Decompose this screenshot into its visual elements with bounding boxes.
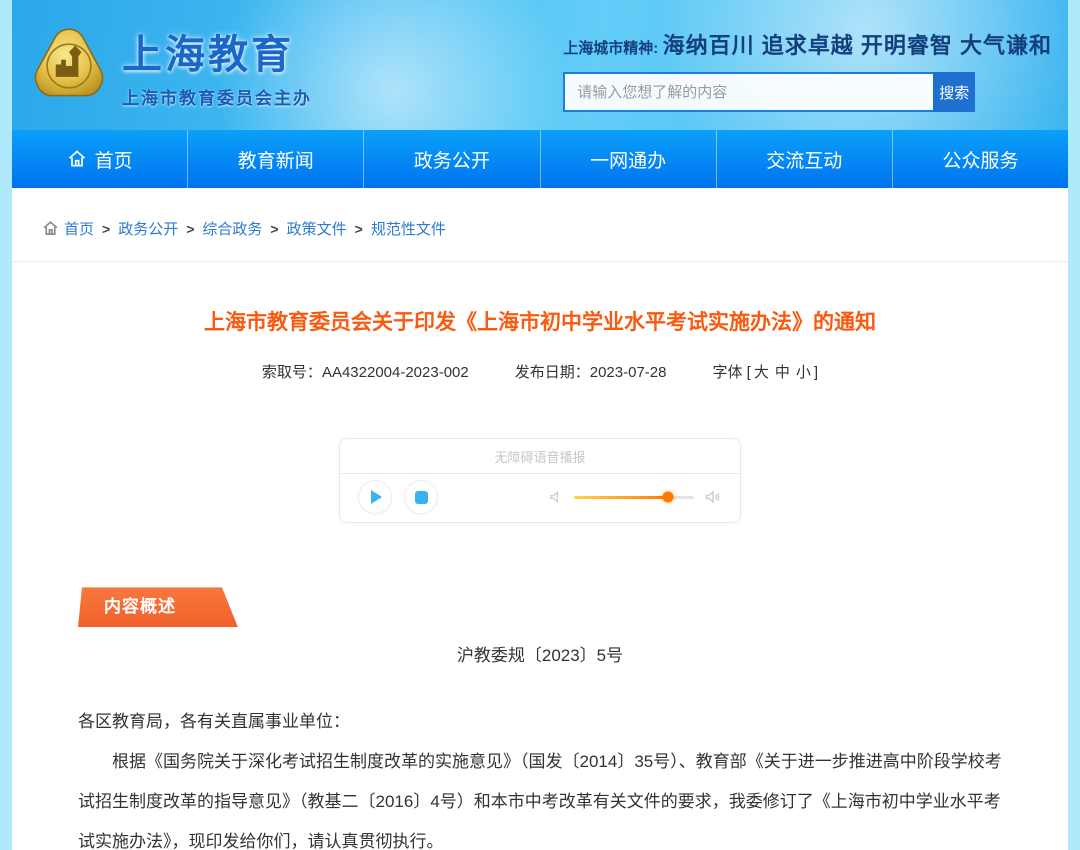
font-size-bracket: ]: [814, 364, 818, 381]
font-size-large-button[interactable]: 大: [754, 364, 769, 381]
city-spirit-slogan: 上海城市精神: 海纳百川 追求卓越 开明睿智 大气谦和: [563, 28, 1052, 60]
site-brand[interactable]: 上海教育 上海市教育委员会主办: [30, 22, 312, 109]
nav-item-label: 公众服务: [942, 146, 1018, 173]
font-size-label: 字体: [712, 364, 742, 381]
breadcrumb-separator: >: [270, 221, 278, 237]
publish-date-label: 发布日期：: [515, 364, 590, 381]
city-spirit-label: 上海城市精神:: [563, 40, 658, 57]
font-size-control: 字体 [大中小]: [712, 361, 818, 382]
nav-item-public-service[interactable]: 公众服务: [893, 130, 1068, 188]
publish-date-value: 2023-07-28: [590, 364, 667, 381]
audio-player-title: 无障碍语音播报: [340, 439, 740, 474]
article: 上海市教育委员会关于印发《上海市初中学业水平考试实施办法》的通知 索取号：AA4…: [12, 308, 1068, 850]
stop-button[interactable]: [404, 480, 438, 514]
volume-slider-handle[interactable]: [662, 492, 673, 503]
search-bar: 搜索: [563, 72, 975, 112]
search-button[interactable]: 搜索: [933, 72, 975, 112]
page-container: 上海教育 上海市教育委员会主办 上海城市精神: 海纳百川 追求卓越 开明睿智 大…: [12, 0, 1068, 850]
volume-zone: [548, 488, 722, 506]
nav-item-one-stop[interactable]: 一网通办: [541, 130, 717, 188]
main-paragraph: 根据《国务院关于深化考试招生制度改革的实施意见》（国发〔2014〕35号）、教育…: [78, 742, 1002, 850]
stop-icon: [415, 491, 428, 504]
breadcrumb-home-icon: [42, 220, 59, 237]
index-number-value: AA4322004-2023-002: [322, 364, 469, 381]
article-meta: 索取号：AA4322004-2023-002 发布日期：2023-07-28 字…: [78, 361, 1002, 382]
site-subtitle: 上海市教育委员会主办: [122, 84, 312, 109]
breadcrumb-item-comprehensive[interactable]: 综合政务: [202, 218, 262, 239]
document-body: 各区教育局，各有关直属事业单位： 根据《国务院关于深化考试招生制度改革的实施意见…: [78, 702, 1002, 850]
nav-item-label: 政务公开: [414, 146, 490, 173]
play-icon: [371, 490, 382, 504]
index-number-label: 索取号：: [262, 364, 322, 381]
nav-item-label: 教育新闻: [238, 146, 314, 173]
font-size-bracket: [: [747, 364, 751, 381]
nav-item-label: 交流互动: [766, 146, 842, 173]
nav-item-news[interactable]: 教育新闻: [188, 130, 364, 188]
accessible-audio-player: 无障碍语音播报: [339, 438, 741, 523]
nav-item-label: 首页: [95, 146, 133, 173]
breadcrumb-separator: >: [355, 221, 363, 237]
article-title: 上海市教育委员会关于印发《上海市初中学业水平考试实施办法》的通知: [78, 308, 1002, 337]
volume-slider[interactable]: [574, 496, 694, 499]
volume-low-icon: [548, 489, 564, 505]
index-number: 索取号：AA4322004-2023-002: [262, 361, 469, 382]
volume-high-icon: [704, 488, 722, 506]
publish-date: 发布日期：2023-07-28: [515, 361, 667, 382]
brand-text: 上海教育 上海市教育委员会主办: [122, 22, 312, 109]
home-icon: [67, 149, 87, 169]
shanghai-education-logo-icon[interactable]: [30, 25, 108, 107]
city-spirit-text: 海纳百川 追求卓越 开明睿智 大气谦和: [663, 33, 1052, 58]
nav-item-gov-affairs[interactable]: 政务公开: [364, 130, 540, 188]
document-number: 沪教委规〔2023〕5号: [78, 641, 1002, 666]
nav-item-label: 一网通办: [590, 146, 666, 173]
font-size-small-button[interactable]: 小: [796, 364, 811, 381]
font-size-medium-button[interactable]: 中: [775, 364, 790, 381]
breadcrumb-item-policy-docs[interactable]: 政策文件: [287, 218, 347, 239]
breadcrumb-separator: >: [102, 221, 110, 237]
breadcrumb: 首页 > 政务公开 > 综合政务 > 政策文件 > 规范性文件: [12, 188, 1068, 262]
content-overview-banner: 内容概述: [78, 587, 238, 627]
breadcrumb-item-normative-docs[interactable]: 规范性文件: [371, 218, 446, 239]
audio-player-controls: [340, 474, 740, 522]
site-title: 上海教育: [122, 22, 312, 80]
breadcrumb-item-home[interactable]: 首页: [64, 218, 94, 239]
nav-item-interaction[interactable]: 交流互动: [717, 130, 893, 188]
breadcrumb-separator: >: [186, 221, 194, 237]
main-nav: 首页 教育新闻 政务公开 一网通办 交流互动 公众服务: [12, 130, 1068, 188]
header-right: 上海城市精神: 海纳百川 追求卓越 开明睿智 大气谦和 搜索: [563, 28, 1052, 112]
nav-item-home[interactable]: 首页: [12, 130, 188, 188]
salutation-paragraph: 各区教育局，各有关直属事业单位：: [78, 702, 1002, 742]
breadcrumb-item-gov-affairs[interactable]: 政务公开: [118, 218, 178, 239]
volume-slider-fill: [574, 496, 668, 499]
play-button[interactable]: [358, 480, 392, 514]
site-header: 上海教育 上海市教育委员会主办 上海城市精神: 海纳百川 追求卓越 开明睿智 大…: [12, 0, 1068, 130]
search-input[interactable]: [563, 72, 933, 112]
